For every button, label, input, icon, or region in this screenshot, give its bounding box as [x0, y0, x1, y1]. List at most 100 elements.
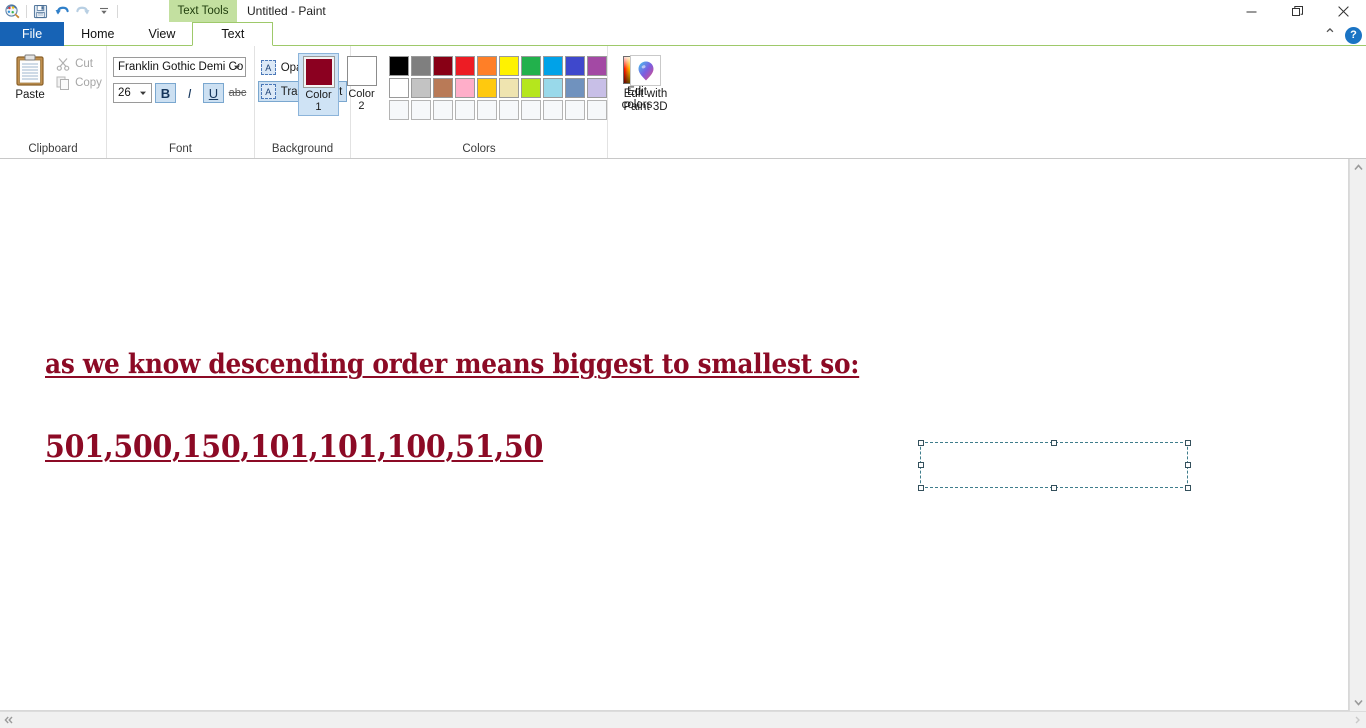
ribbon-group-paint3d: Edit with Paint 3D	[608, 46, 683, 158]
drawing-canvas[interactable]: as we know descending order means bigges…	[0, 159, 1348, 710]
collapse-ribbon-icon[interactable]: ⌃	[1321, 26, 1339, 44]
scroll-right-icon[interactable]	[1349, 712, 1366, 728]
font-family-value: Franklin Gothic Demi Co	[118, 61, 244, 73]
palette-swatch-r3-c2[interactable]	[411, 100, 431, 120]
palette-swatch-r2-c9[interactable]	[565, 78, 585, 98]
color-1-button[interactable]: Color 1	[298, 53, 339, 116]
palette-swatch-r3-c3[interactable]	[433, 100, 453, 120]
bold-button[interactable]: B	[155, 83, 176, 103]
scroll-down-icon[interactable]	[1350, 694, 1366, 711]
palette-swatch-r2-c6[interactable]	[499, 78, 519, 98]
tab-bar-spacer	[273, 22, 1366, 45]
palette-row-1	[389, 56, 607, 76]
palette-swatch-r3-c9[interactable]	[565, 100, 585, 120]
title-bar: Text Tools Untitled - Paint	[0, 0, 1366, 22]
italic-label: I	[187, 85, 192, 101]
resize-handle-sw[interactable]	[917, 484, 924, 491]
palette-swatch-r1-c3[interactable]	[433, 56, 453, 76]
palette-swatch-r3-c5[interactable]	[477, 100, 497, 120]
resize-handle-s[interactable]	[1050, 484, 1057, 491]
palette-swatch-r2-c5[interactable]	[477, 78, 497, 98]
scroll-left-icon[interactable]	[0, 712, 17, 728]
palette-swatch-r1-c8[interactable]	[543, 56, 563, 76]
color-2-button[interactable]: Color 2	[341, 53, 382, 114]
palette-swatch-r2-c4[interactable]	[455, 78, 475, 98]
tab-file[interactable]: File	[0, 22, 65, 46]
copy-button[interactable]: Copy	[56, 76, 102, 90]
qat-separator	[26, 4, 27, 18]
resize-handle-se[interactable]	[1184, 484, 1191, 491]
resize-handle-nw[interactable]	[917, 439, 924, 446]
palette-swatch-r2-c3[interactable]	[433, 78, 453, 98]
font-size-value: 26	[118, 87, 131, 99]
paint-app-icon[interactable]	[2, 1, 23, 21]
redo-icon[interactable]	[72, 1, 93, 21]
save-icon[interactable]	[30, 1, 51, 21]
palette-swatch-r1-c1[interactable]	[389, 56, 409, 76]
color-2-label-line2: 2	[358, 100, 365, 112]
edit-with-paint3d-button[interactable]: Edit with Paint 3D	[611, 51, 681, 114]
chevron-down-icon[interactable]	[230, 58, 243, 76]
palette-swatch-r1-c5[interactable]	[477, 56, 497, 76]
color-1-label-line2: 1	[315, 101, 322, 113]
palette-swatch-r2-c8[interactable]	[543, 78, 563, 98]
resize-handle-n[interactable]	[1050, 439, 1057, 446]
palette-swatch-r1-c10[interactable]	[587, 56, 607, 76]
chevron-down-icon-size[interactable]	[136, 84, 149, 102]
customize-qat-icon[interactable]	[93, 1, 114, 21]
resize-handle-w[interactable]	[917, 461, 924, 468]
font-style-row: 26 B I U abc	[113, 83, 248, 103]
minimize-button[interactable]	[1228, 0, 1274, 22]
palette-swatch-r3-c4[interactable]	[455, 100, 475, 120]
palette-swatch-r2-c7[interactable]	[521, 78, 541, 98]
horizontal-scrollbar[interactable]	[0, 711, 1366, 728]
color-2-swatch	[346, 56, 377, 86]
palette-swatch-r1-c9[interactable]	[565, 56, 585, 76]
palette-swatch-r2-c2[interactable]	[411, 78, 431, 98]
palette-swatch-r2-c10[interactable]	[587, 78, 607, 98]
font-size-combobox[interactable]: 26	[113, 83, 152, 103]
canvas-text-line-2: 501,500,150,101,101,100,51,50	[45, 429, 544, 465]
canvas-text-line-1: as we know descending order means bigges…	[45, 349, 860, 380]
clipboard-group-label: Clipboard	[28, 143, 78, 155]
palette-swatch-r1-c4[interactable]	[455, 56, 475, 76]
font-family-combobox[interactable]: Franklin Gothic Demi Co	[113, 57, 246, 77]
paste-button[interactable]: Paste	[4, 51, 56, 101]
tab-view[interactable]: View	[132, 22, 193, 46]
palette-swatch-r1-c6[interactable]	[499, 56, 519, 76]
restore-button[interactable]	[1274, 0, 1320, 22]
contextual-tool-group-label: Text Tools	[169, 0, 237, 22]
help-icon[interactable]: ?	[1345, 26, 1362, 44]
palette-swatch-r3-c8[interactable]	[543, 100, 563, 120]
ribbon: ⌃ ? Paste Cut Copy Clipboard Franklin Go…	[0, 26, 1366, 159]
palette-swatch-r3-c10[interactable]	[587, 100, 607, 120]
close-button[interactable]	[1320, 0, 1366, 22]
color-2-label: Color 2	[348, 88, 374, 112]
palette-swatch-r3-c7[interactable]	[521, 100, 541, 120]
resize-handle-e[interactable]	[1184, 461, 1191, 468]
undo-icon[interactable]	[51, 1, 72, 21]
scroll-up-icon[interactable]	[1350, 159, 1366, 176]
palette-swatch-r2-c1[interactable]	[389, 78, 409, 98]
color-1-label: Color 1	[305, 89, 331, 113]
paint3d-label: Edit with Paint 3D	[623, 88, 667, 114]
tab-home[interactable]: Home	[64, 22, 131, 46]
vertical-scrollbar[interactable]	[1349, 159, 1366, 711]
tab-text[interactable]: Text	[192, 22, 274, 46]
cut-button[interactable]: Cut	[56, 57, 102, 71]
ribbon-group-clipboard: Paste Cut Copy Clipboard	[0, 46, 107, 158]
palette-swatch-r1-c2[interactable]	[411, 56, 431, 76]
text-selection-box[interactable]	[917, 439, 1191, 491]
underline-button[interactable]: U	[203, 83, 224, 103]
canvas-container[interactable]: as we know descending order means bigges…	[0, 159, 1349, 711]
palette-swatch-r3-c1[interactable]	[389, 100, 409, 120]
font-group-label: Font	[168, 143, 192, 155]
strikethrough-button[interactable]: abc	[227, 83, 248, 103]
paint3d-line2: Paint 3D	[623, 101, 668, 113]
palette-swatch-r3-c6[interactable]	[499, 100, 519, 120]
palette-swatch-r1-c7[interactable]	[521, 56, 541, 76]
resize-handle-ne[interactable]	[1184, 439, 1191, 446]
background-group-label: Background	[271, 143, 334, 155]
copy-label: Copy	[75, 77, 102, 89]
italic-button[interactable]: I	[179, 83, 200, 103]
